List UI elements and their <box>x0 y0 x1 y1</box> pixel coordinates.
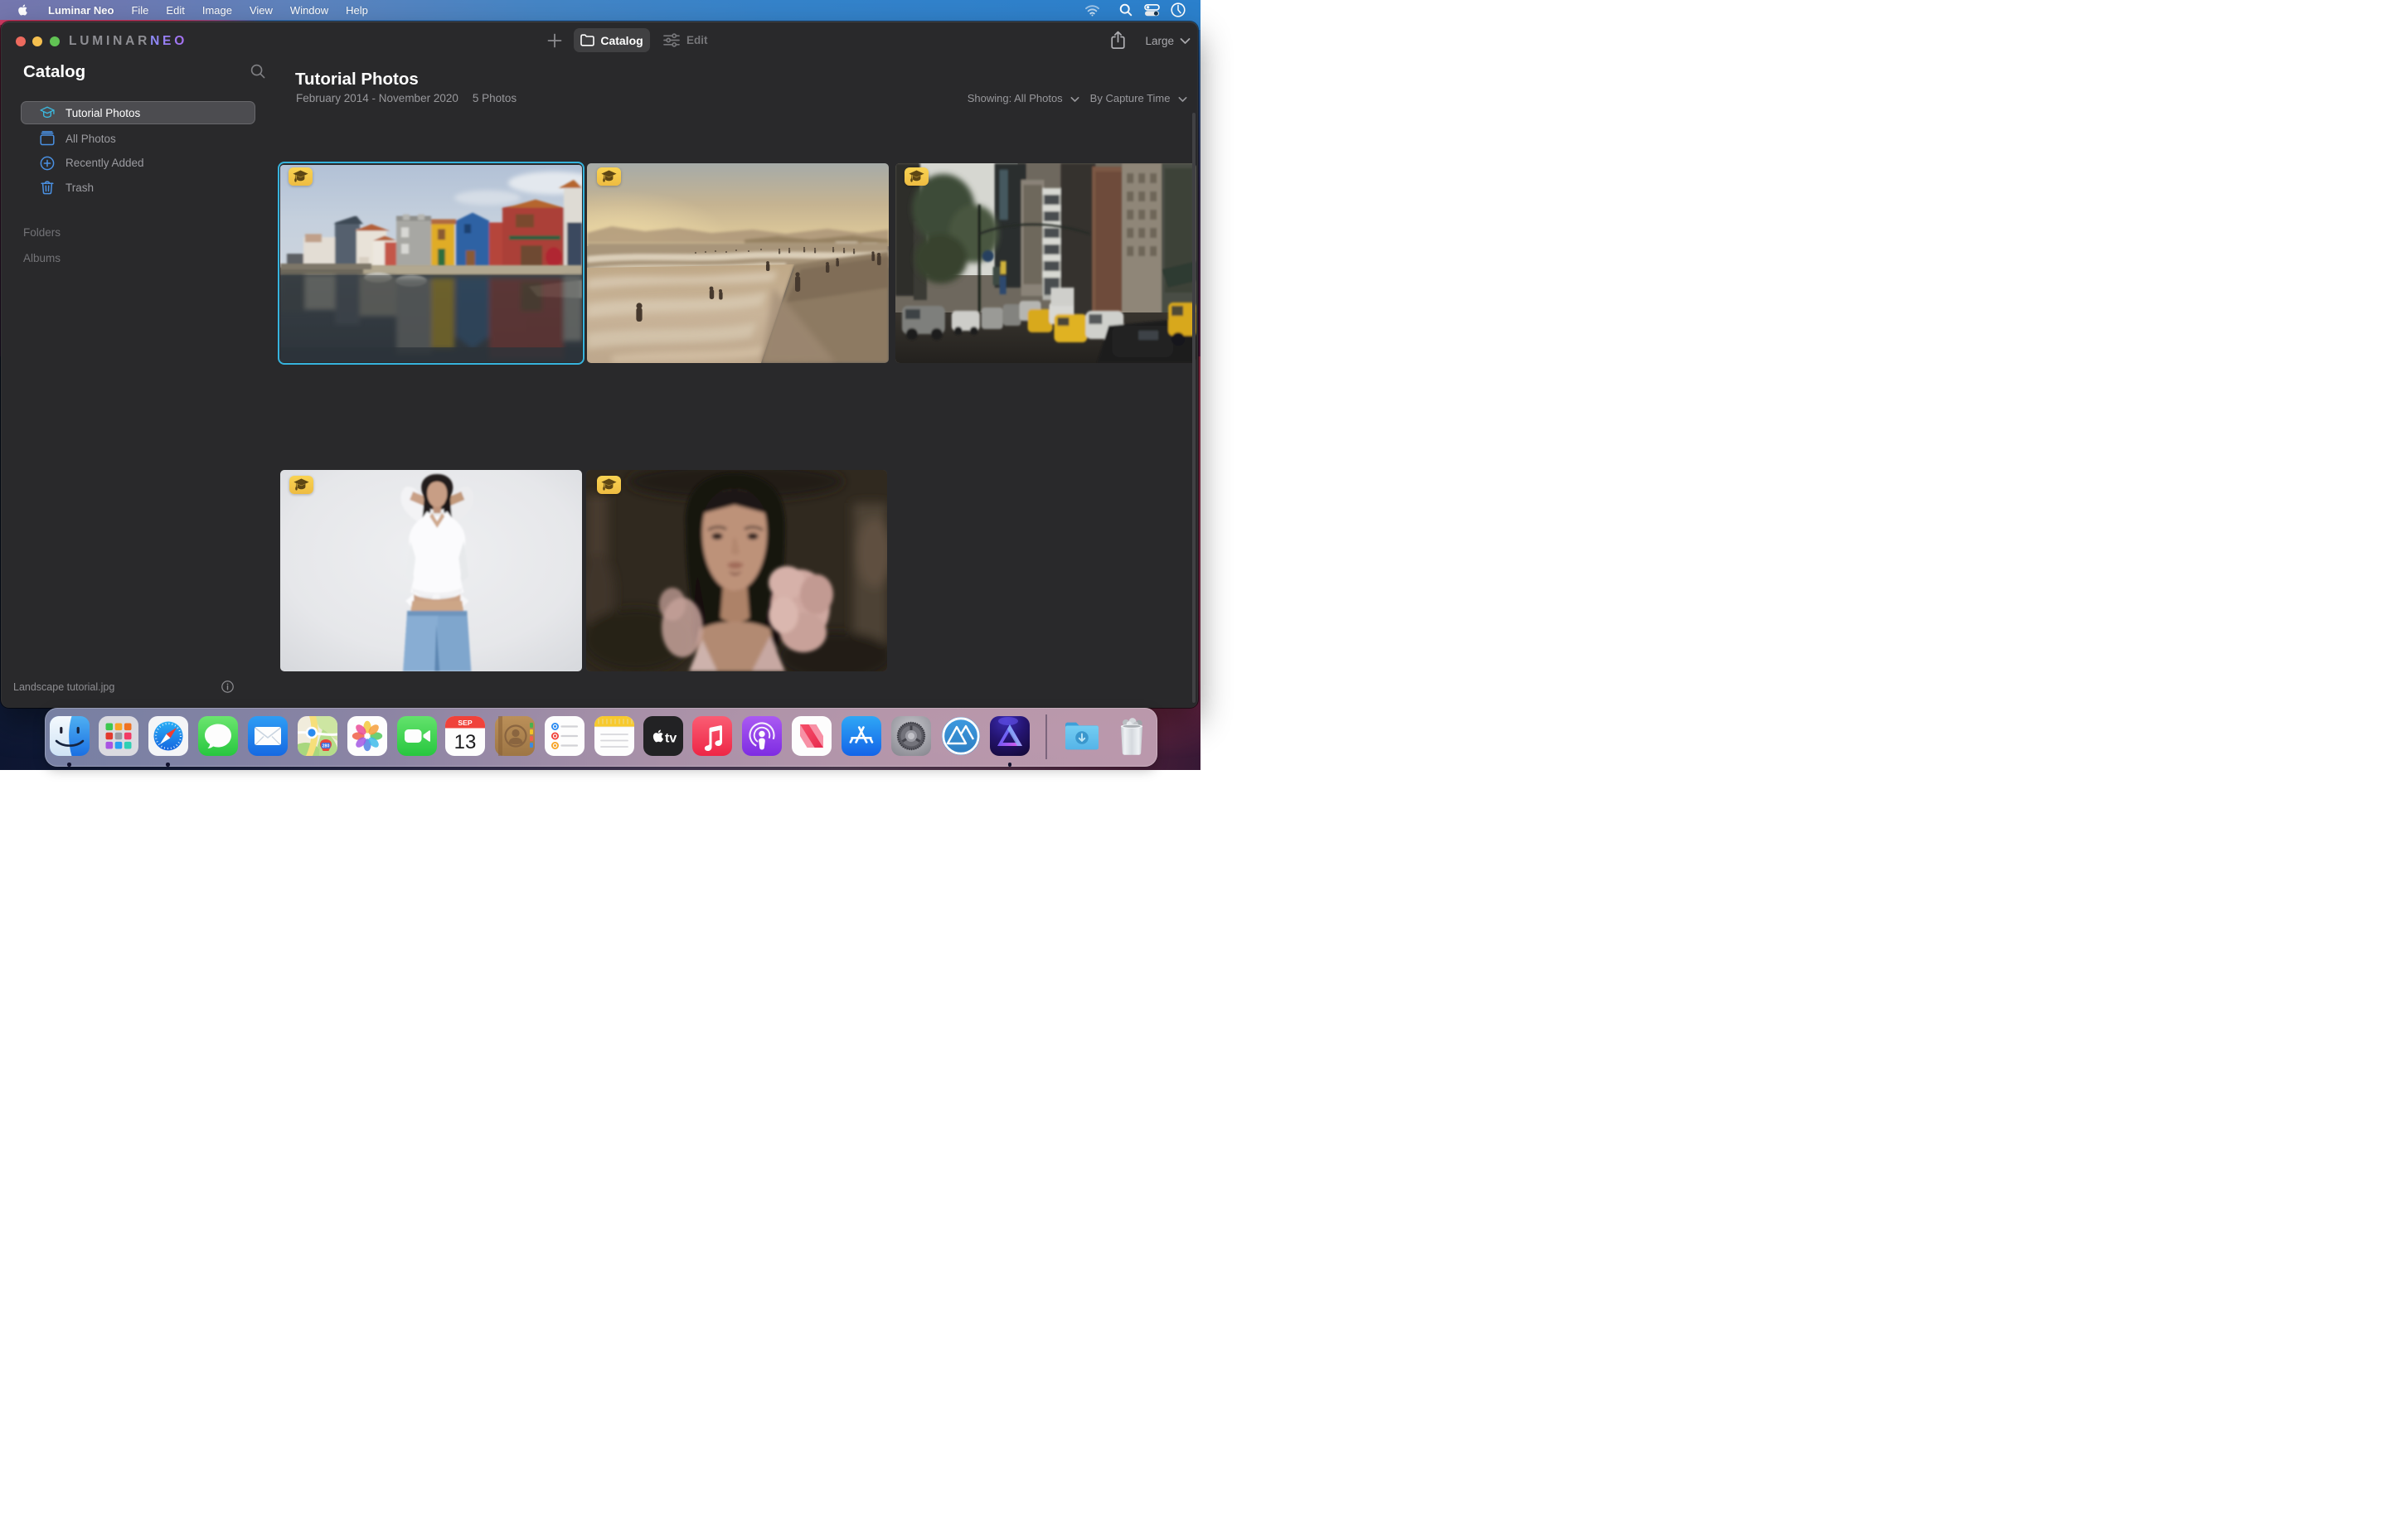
svg-text:280: 280 <box>323 744 330 749</box>
svg-text:tv: tv <box>665 732 677 746</box>
svg-text:13: 13 <box>454 731 477 753</box>
svg-text:SEP: SEP <box>458 719 472 727</box>
